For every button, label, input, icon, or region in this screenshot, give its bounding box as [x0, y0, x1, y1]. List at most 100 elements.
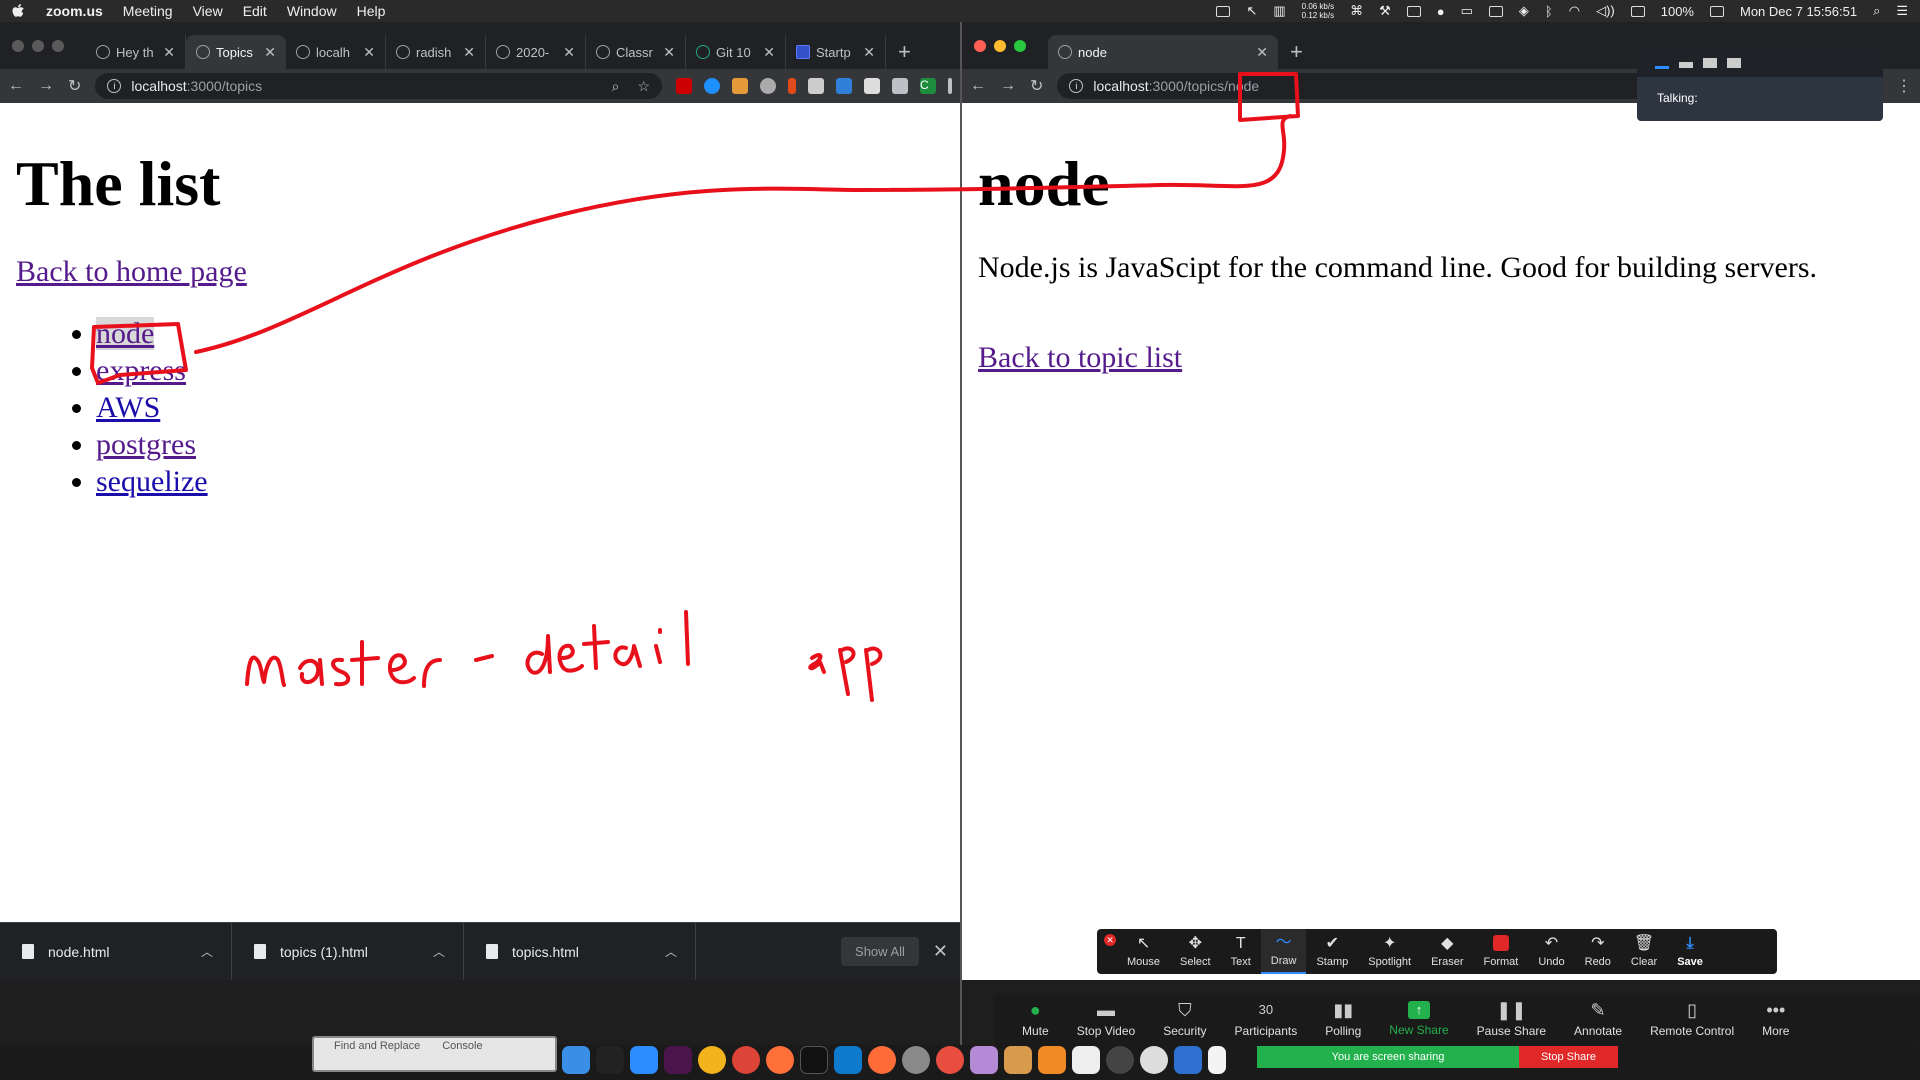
- search-app-icon[interactable]: [1140, 1046, 1168, 1074]
- ublock-icon[interactable]: [676, 78, 692, 94]
- tool-eraser[interactable]: ◆ Eraser: [1421, 929, 1473, 974]
- menu-kebab-icon[interactable]: [948, 78, 952, 94]
- participants-button[interactable]: 30 Participants: [1221, 1000, 1312, 1038]
- address-bar[interactable]: i localhost:3000/topics ⌕ ☆: [95, 73, 662, 99]
- pages-icon[interactable]: [1038, 1046, 1066, 1074]
- stop-share-button[interactable]: Stop Share: [1519, 1046, 1618, 1068]
- extension-stack-icon[interactable]: [808, 78, 824, 94]
- minimize-icon[interactable]: [1655, 65, 1669, 69]
- stocks-icon[interactable]: [1174, 1046, 1202, 1074]
- minimize-window-button[interactable]: [994, 39, 1006, 52]
- tools-icon[interactable]: ⚒: [1379, 3, 1391, 19]
- screen-sharing-indicator[interactable]: You are screen sharing: [1257, 1046, 1519, 1068]
- site-info-icon[interactable]: i: [1069, 79, 1084, 93]
- forward-icon[interactable]: →: [1000, 77, 1016, 95]
- topic-link-postgres[interactable]: postgres: [96, 428, 196, 461]
- tab-close-icon[interactable]: ✕: [863, 44, 875, 61]
- profile-avatar[interactable]: C: [920, 78, 936, 94]
- tab-startpage[interactable]: Startp ✕: [786, 35, 886, 69]
- document-icon[interactable]: [1208, 1046, 1226, 1074]
- tool-stamp[interactable]: ✔ Stamp: [1306, 929, 1358, 974]
- tab-hey[interactable]: Hey th ✕: [86, 35, 186, 69]
- tool-redo[interactable]: ↷ Redo: [1575, 929, 1621, 974]
- tab-git[interactable]: Git 10 ✕: [686, 35, 786, 69]
- tab-close-icon[interactable]: ✕: [264, 44, 276, 61]
- close-window-button[interactable]: [974, 39, 986, 52]
- console-label[interactable]: Console: [442, 1040, 482, 1070]
- stop-video-button[interactable]: ▬ Stop Video: [1063, 1000, 1150, 1038]
- camera-icon[interactable]: [1106, 1046, 1134, 1074]
- remote-control-button[interactable]: ▯ Remote Control: [1636, 1000, 1748, 1038]
- chevron-up-icon[interactable]: ︿: [665, 943, 677, 960]
- network-speed[interactable]: 0.06 kb/s 0.12 kb/s: [1302, 2, 1334, 20]
- dropbox-icon[interactable]: ◈: [1519, 3, 1529, 19]
- topic-link-express[interactable]: express: [96, 354, 186, 387]
- terminal-icon[interactable]: [800, 1046, 828, 1074]
- chrome-icon[interactable]: [732, 1046, 760, 1074]
- spotlight-search-icon[interactable]: ⌕: [1873, 3, 1880, 19]
- topic-link-aws[interactable]: AWS: [96, 391, 160, 424]
- extension-blue-icon[interactable]: [704, 78, 720, 94]
- cursor-icon[interactable]: ↖: [1246, 3, 1257, 19]
- firefox-icon[interactable]: [766, 1046, 794, 1074]
- new-tab-button[interactable]: +: [1290, 39, 1303, 65]
- find-and-replace-label[interactable]: Find and Replace: [334, 1040, 420, 1070]
- tab-close-icon[interactable]: ✕: [763, 44, 775, 61]
- tab-topics[interactable]: Topics ✕: [186, 35, 286, 69]
- more-button[interactable]: ••• More: [1748, 1000, 1803, 1038]
- tab-close-icon[interactable]: ✕: [663, 44, 675, 61]
- command-icon[interactable]: ⌘: [1350, 3, 1363, 19]
- tool-select[interactable]: ✥ Select: [1170, 929, 1221, 974]
- battery-percent[interactable]: 100%: [1661, 4, 1694, 19]
- zoom-window-button[interactable]: [52, 39, 64, 52]
- zoom-status-icon[interactable]: [1216, 5, 1231, 17]
- tool-spotlight[interactable]: ✦ Spotlight: [1358, 929, 1421, 974]
- tool-clear[interactable]: 🗑 Clear: [1621, 929, 1667, 974]
- polling-button[interactable]: ▮▮ Polling: [1311, 1000, 1375, 1038]
- memory-icon[interactable]: ▥: [1273, 3, 1285, 19]
- chevron-up-icon[interactable]: ︿: [433, 943, 445, 960]
- display-icon[interactable]: [1406, 5, 1421, 17]
- reload-icon[interactable]: ↻: [1030, 76, 1043, 96]
- bookmark-star-icon[interactable]: ☆: [637, 78, 650, 95]
- close-window-button[interactable]: [12, 39, 24, 52]
- postman-icon[interactable]: [868, 1046, 896, 1074]
- battery-icon[interactable]: [1709, 5, 1724, 17]
- tool-undo[interactable]: ↶ Undo: [1528, 929, 1574, 974]
- screen-icon[interactable]: [1488, 5, 1503, 17]
- back-to-topic-list-link[interactable]: Back to topic list: [978, 341, 1904, 375]
- menu-window[interactable]: Window: [287, 3, 337, 19]
- tab-close-icon[interactable]: ✕: [363, 44, 375, 61]
- extension-red-icon[interactable]: [788, 78, 796, 94]
- download-item[interactable]: topics (1).html ︿: [232, 922, 464, 980]
- mute-button[interactable]: ● Mute: [1008, 1000, 1063, 1038]
- back-icon[interactable]: ←: [8, 77, 24, 95]
- wifi-icon[interactable]: ◠: [1569, 3, 1580, 19]
- menu-edit[interactable]: Edit: [243, 3, 267, 19]
- topic-link-node[interactable]: node: [96, 317, 155, 350]
- volume-icon[interactable]: ◁)): [1596, 3, 1615, 19]
- minimize-window-button[interactable]: [32, 39, 44, 52]
- drive-icon[interactable]: ▭: [1461, 3, 1473, 19]
- tab-localhost[interactable]: localh ✕: [286, 35, 386, 69]
- menu-app-name[interactable]: zoom.us: [46, 3, 103, 19]
- pause-share-button[interactable]: ❚❚ Pause Share: [1463, 1000, 1560, 1038]
- tab-close-icon[interactable]: ✕: [163, 44, 175, 61]
- activity-monitor-icon[interactable]: [596, 1046, 624, 1074]
- extension-gray-icon[interactable]: [760, 78, 776, 94]
- tab-close-icon[interactable]: ✕: [563, 44, 575, 61]
- tab-node[interactable]: node ✕: [1048, 35, 1278, 69]
- tool-save[interactable]: ⤓ Save: [1667, 929, 1713, 974]
- download-item[interactable]: node.html ︿: [0, 922, 232, 980]
- grid-view-icon[interactable]: [1727, 58, 1741, 68]
- site-info-icon[interactable]: i: [107, 79, 122, 93]
- menu-help[interactable]: Help: [357, 3, 386, 19]
- tab-close-icon[interactable]: ✕: [1256, 44, 1268, 61]
- extension-orange-icon[interactable]: [732, 78, 748, 94]
- extension-window-icon[interactable]: [836, 78, 852, 94]
- app-purple-icon[interactable]: [970, 1046, 998, 1074]
- forward-icon[interactable]: →: [38, 77, 54, 95]
- tool-draw[interactable]: 〜 Draw: [1260, 929, 1307, 974]
- tool-format[interactable]: Format: [1473, 929, 1528, 974]
- menu-view[interactable]: View: [193, 3, 223, 19]
